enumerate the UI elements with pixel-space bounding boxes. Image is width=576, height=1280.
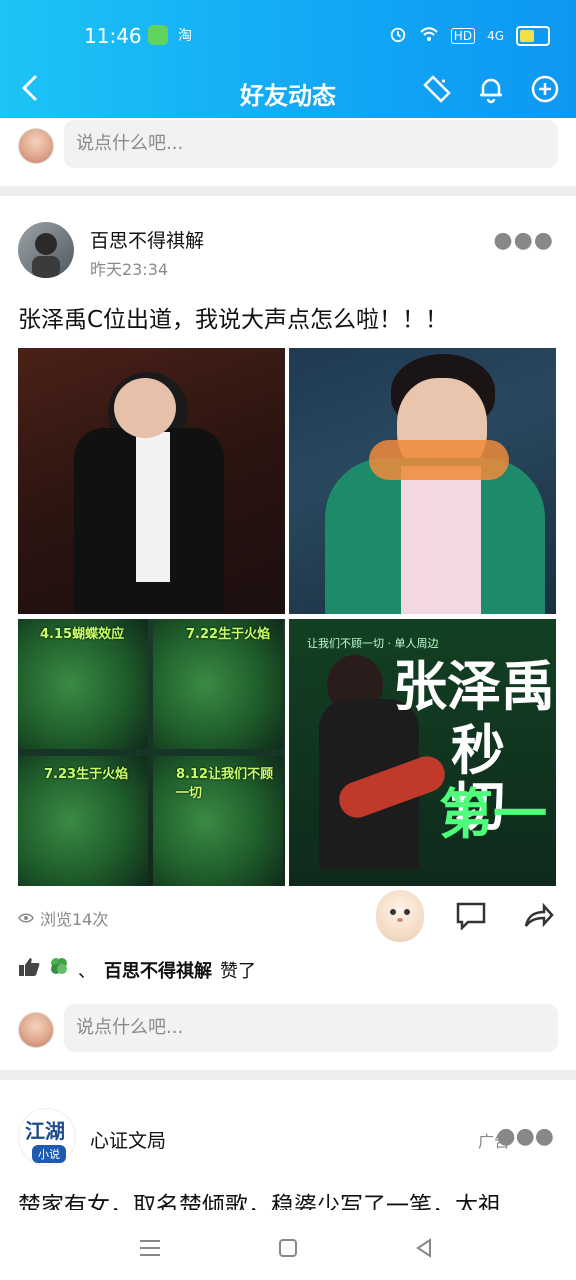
bell-icon[interactable] — [474, 72, 508, 106]
photo3-tag-3: 7.23生于火焰 — [44, 767, 129, 782]
photo-2[interactable] — [289, 348, 556, 614]
photo3-tag-1: 4.15蝴蝶效应 — [40, 627, 125, 642]
wifi-icon — [419, 25, 439, 47]
status-icons: HD 4G — [389, 25, 550, 47]
hd-badge: HD — [450, 28, 476, 44]
app-header: 11:46 淘 HD 4G 好友动态 — [0, 0, 576, 118]
ad-author[interactable]: 心证文局 — [90, 1126, 166, 1153]
notification-badge-icon — [148, 25, 168, 45]
post-text: 张泽禹C位出道，我说大声点怎么啦！！！ — [18, 307, 449, 333]
comment-icon[interactable] — [454, 900, 488, 932]
share-icon[interactable] — [522, 898, 556, 932]
thumbs-up-icon — [18, 957, 40, 982]
likes-separator: 、 — [78, 960, 96, 982]
photo4-line3: 第一 — [439, 783, 547, 846]
status-time: 11:46 — [84, 24, 142, 48]
views-label: 浏览14次 — [40, 910, 109, 929]
photo-3[interactable]: 4.15蝴蝶效应 7.22生于火焰 7.23生于火焰 8.12让我们不顾一切 — [18, 619, 285, 886]
eye-icon — [18, 909, 34, 928]
photo-4[interactable]: 让我们不顾一切 · 单人周边 张泽禹 秒切 第一 — [289, 619, 556, 886]
photo-1[interactable] — [18, 348, 285, 614]
comment-input[interactable]: 说点什么吧... — [64, 120, 558, 168]
my-avatar — [18, 128, 54, 164]
photo-grid: 4.15蝴蝶效应 7.22生于火焰 7.23生于火焰 8.12让我们不顾一切 让… — [18, 348, 556, 886]
hamster-sticker[interactable] — [376, 890, 424, 942]
likes-suffix: 赞了 — [220, 960, 256, 982]
section-divider — [0, 1070, 576, 1080]
section-divider — [0, 186, 576, 196]
photo3-tag-4: 8.12让我们不顾一切 — [176, 767, 274, 801]
system-navigation-bar — [0, 1210, 576, 1280]
battery-icon — [516, 26, 550, 46]
more-options-icon[interactable]: ●●● — [493, 228, 554, 253]
author-avatar[interactable] — [18, 222, 74, 278]
status-bar: 11:46 淘 HD 4G — [0, 12, 576, 58]
my-avatar — [18, 1012, 54, 1048]
add-circle-icon[interactable] — [528, 72, 562, 106]
ad-logo-bottom: 小说 — [32, 1145, 66, 1163]
clover-icon — [48, 956, 70, 983]
top-comment-row: 说点什么吧... — [18, 120, 558, 170]
ad-logo-top: 江湖 — [25, 1119, 65, 1143]
taobao-app-label: 淘 — [178, 28, 192, 44]
photo4-line1: 张泽禹 — [393, 655, 555, 718]
menu-icon[interactable] — [130, 1228, 170, 1268]
photo3-tag-2: 7.22生于火焰 — [186, 627, 271, 642]
liker-name[interactable]: 百思不得祺解 — [104, 957, 212, 983]
likes-row: 、 百思不得祺解 赞了 — [18, 956, 256, 983]
navigation-bar: 好友动态 — [0, 62, 576, 118]
author-name[interactable]: 百思不得祺解 — [90, 226, 204, 253]
back-triangle-icon[interactable] — [404, 1228, 444, 1268]
ad-more-icon[interactable]: ●●● — [496, 1124, 554, 1149]
post-comment-row: 说点什么吧... — [18, 1004, 558, 1054]
alarm-icon — [389, 25, 407, 47]
comment-input[interactable]: 说点什么吧... — [64, 1004, 558, 1052]
views-count: 浏览14次 — [18, 906, 108, 930]
photo4-small-text: 让我们不顾一切 · 单人周边 — [307, 637, 439, 650]
nav-actions — [420, 72, 562, 106]
magic-wand-icon[interactable] — [420, 72, 454, 106]
post-time: 昨天23:34 — [90, 260, 169, 279]
home-icon[interactable] — [268, 1228, 308, 1268]
ad-avatar[interactable]: 江湖 小说 — [18, 1108, 76, 1166]
network-label: 4G — [487, 29, 504, 43]
